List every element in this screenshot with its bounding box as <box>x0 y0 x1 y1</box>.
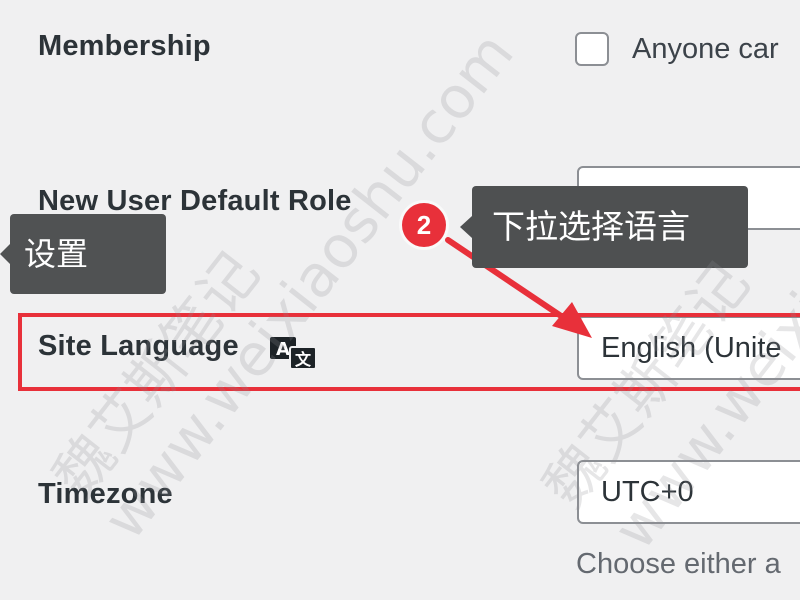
settings-page: Membership Anyone car New User Default R… <box>0 0 800 600</box>
svg-text:文: 文 <box>295 350 312 369</box>
translate-icon: A 文 <box>270 337 317 370</box>
dropdown-tooltip: 下拉选择语言 <box>460 186 748 268</box>
timezone-select[interactable]: UTC+0 <box>577 460 800 524</box>
step-badge: 2 <box>402 203 446 247</box>
membership-checkbox-label[interactable]: Anyone car <box>632 33 779 66</box>
site-language-label: Site Language <box>38 330 239 362</box>
settings-tooltip: 设置 <box>0 214 166 294</box>
timezone-label: Timezone <box>38 478 173 510</box>
membership-checkbox[interactable] <box>575 32 609 66</box>
svg-text:A: A <box>276 339 290 360</box>
site-language-select[interactable]: English (Unite <box>577 316 800 380</box>
timezone-description: Choose either a <box>576 548 781 580</box>
membership-label: Membership <box>38 30 211 62</box>
